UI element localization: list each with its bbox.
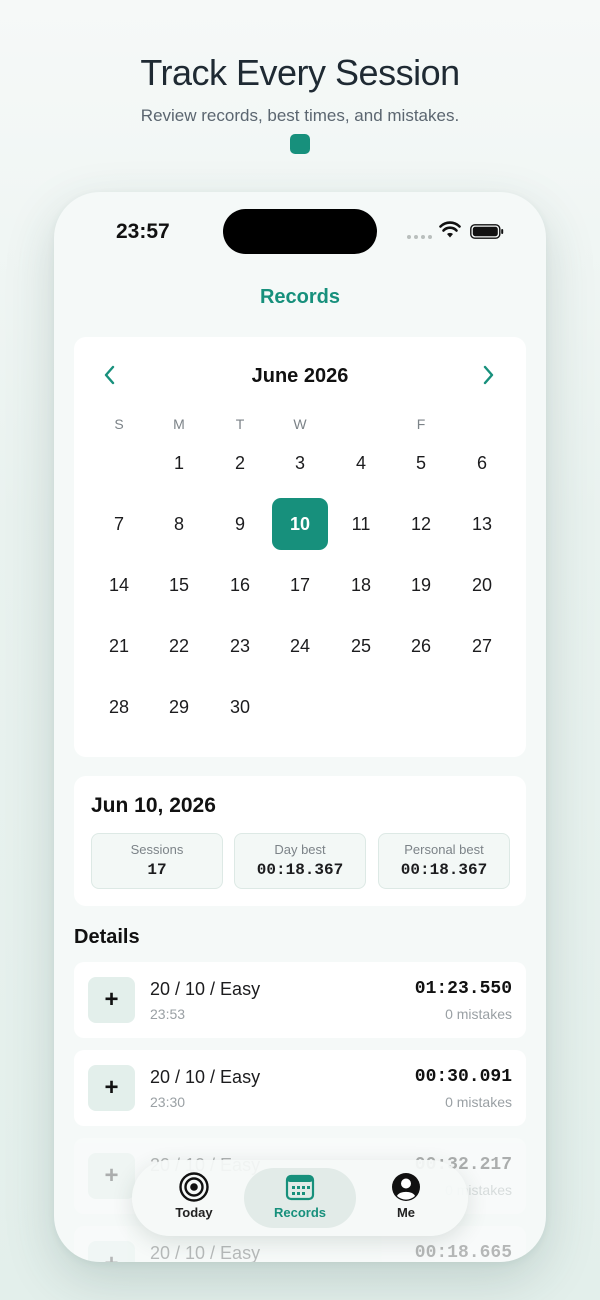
summary-date: Jun 10, 2026 (91, 794, 216, 817)
tab-bar: Today Records Me (132, 1160, 468, 1236)
calendar-day-selected[interactable]: 10 (272, 498, 328, 550)
day-summary-card: Jun 10, 2026 Sessions 17 Day best 00:18.… (74, 776, 526, 906)
plus-icon[interactable]: + (88, 1065, 135, 1111)
chevron-right-icon[interactable] (478, 363, 498, 387)
calendar-day[interactable]: 19 (393, 559, 449, 611)
calendar-day[interactable]: 29 (151, 681, 207, 733)
record-mistakes: 0 mistakes (445, 1094, 512, 1110)
stat-value: 00:18.367 (400, 861, 488, 879)
phone-frame: 23:57 Records June 2026 SMTWF 1234567891… (54, 192, 546, 1262)
record-title: 20 / 10 / Easy (150, 979, 261, 999)
plus-icon[interactable]: + (88, 977, 135, 1023)
record-duration: 00:30.091 (414, 1067, 512, 1087)
record-title: 20 / 10 / Easy (150, 1067, 261, 1087)
calendar-day[interactable]: 9 (212, 498, 268, 550)
calendar-icon (285, 1174, 315, 1201)
stat-day-best: Day best 00:18.367 (234, 833, 366, 889)
calendar-day[interactable]: 2 (212, 437, 268, 489)
battery-icon (470, 224, 504, 239)
tab-label: Records (273, 1205, 327, 1220)
signal-icon (407, 235, 432, 239)
calendar-day[interactable]: 15 (151, 559, 207, 611)
calendar-day[interactable]: 16 (212, 559, 268, 611)
record-mistakes: 0 mistakes (445, 1006, 512, 1022)
calendar-day[interactable]: 6 (454, 437, 510, 489)
calendar-day[interactable]: 30 (212, 681, 268, 733)
calendar-day[interactable]: 26 (393, 620, 449, 672)
calendar-day[interactable]: 11 (333, 498, 389, 550)
calendar-day[interactable]: 23 (212, 620, 268, 672)
status-time: 23:57 (116, 220, 170, 243)
tab-label: Me (396, 1205, 416, 1220)
hero-subtitle: Review records, best times, and mistakes… (140, 106, 460, 125)
calendar-day[interactable]: 18 (333, 559, 389, 611)
hero: Track Every Session Review records, best… (0, 52, 600, 126)
stat-value: 17 (147, 861, 167, 879)
calendar-day[interactable]: 28 (91, 681, 147, 733)
wifi-icon (439, 221, 461, 238)
calendar-card: June 2026 SMTWF 1 2 3 4 5 6 7 8 9 10 11 12 13 14 15 16 1… (74, 337, 526, 757)
record-time: 23:53 (150, 1006, 186, 1022)
target-icon (179, 1172, 209, 1202)
calendar-day[interactable]: 8 (151, 498, 207, 550)
weekday-label: T (235, 416, 245, 432)
record-row[interactable]: + 20 / 10 / Easy 23:30 00:30.091 0 mista… (74, 1050, 526, 1126)
record-title: 20 / 10 / Easy (150, 1243, 261, 1262)
tab-me[interactable]: Me (350, 1168, 462, 1228)
record-duration: 01:23.550 (414, 979, 512, 999)
stat-value: 00:18.367 (256, 861, 344, 879)
dynamic-island (223, 209, 377, 254)
record-duration: 00:18.665 (414, 1243, 512, 1262)
calendar-day[interactable]: 4 (333, 437, 389, 489)
page-indicator-dot (290, 134, 310, 154)
calendar-day[interactable]: 3 (272, 437, 328, 489)
weekday-label: W (293, 416, 307, 432)
stat-personal-best: Personal best 00:18.367 (378, 833, 510, 889)
plus-icon[interactable]: + (88, 1153, 135, 1199)
calendar-day[interactable]: 5 (393, 437, 449, 489)
details-heading: Details (74, 926, 140, 948)
calendar-day[interactable]: 7 (91, 498, 147, 550)
tab-records[interactable]: Records (244, 1168, 356, 1228)
record-time: 23:30 (150, 1094, 186, 1110)
person-icon (392, 1173, 420, 1201)
record-row[interactable]: + 20 / 10 / Easy 23:53 01:23.550 0 mista… (74, 962, 526, 1038)
plus-icon[interactable]: + (88, 1241, 135, 1262)
calendar-day[interactable]: 25 (333, 620, 389, 672)
calendar-day[interactable]: 12 (393, 498, 449, 550)
calendar-day[interactable]: 1 (151, 437, 207, 489)
calendar-day[interactable]: 13 (454, 498, 510, 550)
calendar-month-label: June 2026 (251, 365, 349, 387)
nav-title: Records (259, 286, 341, 308)
stat-label: Sessions (130, 842, 184, 857)
calendar-day[interactable]: 17 (272, 559, 328, 611)
calendar-day[interactable]: 14 (91, 559, 147, 611)
stat-label: Personal best (404, 842, 484, 857)
calendar-day[interactable]: 27 (454, 620, 510, 672)
calendar-day[interactable]: 22 (151, 620, 207, 672)
tab-label: Today (175, 1205, 213, 1220)
calendar-day[interactable]: 24 (272, 620, 328, 672)
hero-title: Track Every Session (140, 52, 460, 93)
weekday-label: M (173, 416, 185, 432)
stat-sessions: Sessions 17 (91, 833, 223, 889)
stat-label: Day best (274, 842, 326, 857)
tab-today[interactable]: Today (138, 1168, 250, 1228)
weekday-label: F (416, 416, 426, 432)
calendar-day[interactable]: 21 (91, 620, 147, 672)
weekday-label: S (114, 416, 124, 432)
calendar-day[interactable]: 20 (454, 559, 510, 611)
